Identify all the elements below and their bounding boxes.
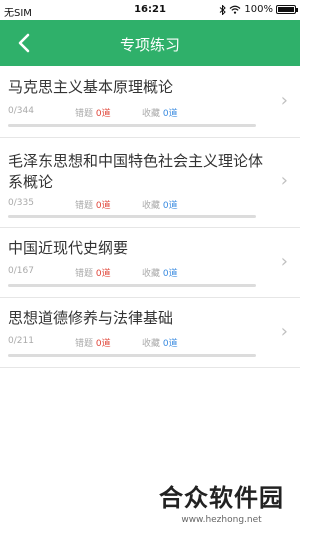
wrong-value: 0道: [95, 201, 111, 211]
progress-bar: [8, 124, 256, 127]
chevron-right-icon: ›: [280, 90, 288, 111]
favorite-value: 0道: [162, 109, 178, 119]
subject-progress-count: 0/335: [8, 198, 34, 208]
bluetooth-icon: [220, 4, 227, 15]
progress-bar: [8, 354, 256, 357]
subject-item-mao-theory[interactable]: 毛泽东思想和中国特色社会主义理论体系概论 0/335 错题 0道 收藏 0道 ›: [0, 138, 300, 228]
progress-bar: [8, 215, 256, 218]
subject-name: 毛泽东思想和中国特色社会主义理论体系概论: [8, 152, 264, 191]
subject-item-marxism[interactable]: 马克思主义基本原理概论 0/344 错题 0道 收藏 0道 ›: [0, 66, 300, 138]
wrong-count[interactable]: 错题 0道: [75, 336, 111, 349]
wrong-label: 错题: [75, 201, 94, 211]
favorite-label: 收藏: [142, 201, 161, 211]
watermark-url: www.hezhong.net: [181, 515, 262, 525]
subject-progress-count: 0/344: [8, 106, 34, 116]
subject-name: 中国近现代史纲要: [8, 239, 129, 257]
chevron-right-icon: ›: [280, 251, 288, 272]
favorite-value: 0道: [162, 269, 178, 279]
nav-bar: 专项练习: [0, 20, 300, 66]
favorite-label: 收藏: [142, 269, 161, 279]
wrong-count[interactable]: 错题 0道: [75, 266, 111, 279]
favorite-label: 收藏: [142, 339, 161, 349]
battery-level: [278, 7, 294, 12]
wrong-count[interactable]: 错题 0道: [75, 106, 111, 119]
subject-name: 马克思主义基本原理概论: [8, 78, 174, 96]
favorite-count[interactable]: 收藏 0道: [142, 336, 178, 349]
wrong-value: 0道: [95, 339, 111, 349]
favorite-value: 0道: [162, 201, 178, 211]
watermark-text: 合众软件园: [159, 484, 284, 512]
favorite-count[interactable]: 收藏 0道: [142, 198, 178, 211]
status-right-group: 100%: [219, 4, 298, 15]
watermark: 合众软件园 www.hezhong.net: [159, 478, 284, 525]
chevron-right-icon: ›: [280, 321, 288, 342]
favorite-label: 收藏: [142, 109, 161, 119]
wrong-label: 错题: [75, 269, 94, 279]
subject-item-ethics-law[interactable]: 思想道德修养与法律基础 0/211 错题 0道 收藏 0道 ›: [0, 298, 300, 368]
subject-progress-count: 0/211: [8, 336, 34, 346]
subject-name: 思想道德修养与法律基础: [8, 309, 174, 327]
subject-item-modern-history[interactable]: 中国近现代史纲要 0/167 错题 0道 收藏 0道 ›: [0, 228, 300, 298]
status-bar: 无SIM 16:21 100%: [0, 0, 300, 20]
favorite-count[interactable]: 收藏 0道: [142, 266, 178, 279]
wrong-count[interactable]: 错题 0道: [75, 198, 111, 211]
wrong-label: 错题: [75, 109, 94, 119]
wifi-icon: [230, 5, 241, 14]
wrong-value: 0道: [95, 109, 111, 119]
subject-progress-count: 0/167: [8, 266, 34, 276]
subject-list: 马克思主义基本原理概论 0/344 错题 0道 收藏 0道 › 毛泽东思想和中国…: [0, 66, 300, 368]
battery-percent: 100%: [244, 4, 273, 15]
progress-bar: [8, 284, 256, 287]
favorite-value: 0道: [162, 339, 178, 349]
wrong-value: 0道: [95, 269, 111, 279]
favorite-count[interactable]: 收藏 0道: [142, 106, 178, 119]
wrong-label: 错题: [75, 339, 94, 349]
battery-icon: [276, 5, 298, 14]
chevron-right-icon: ›: [280, 170, 288, 191]
page-title: 专项练习: [119, 36, 180, 54]
